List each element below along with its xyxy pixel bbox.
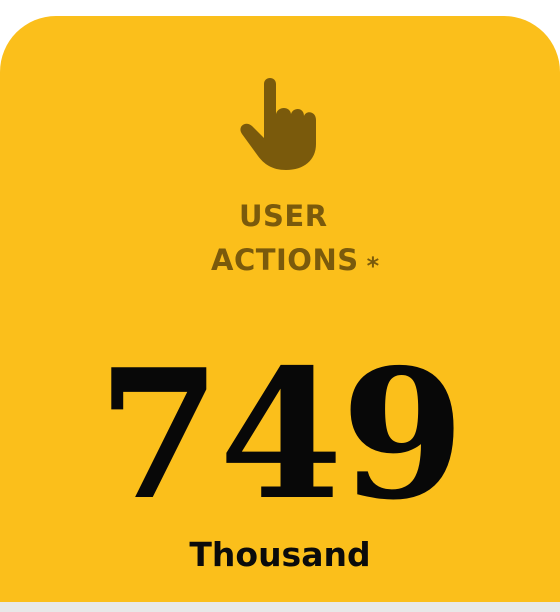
metric-label-line1: USER: [239, 199, 328, 233]
asterisk-marker: *: [366, 252, 380, 280]
metric-label-line2-row: ACTIONS *: [211, 243, 380, 280]
metric-card: USER ACTIONS * 749 Thousand: [0, 16, 560, 606]
metric-unit: Thousand: [189, 535, 371, 574]
pointing-hand-icon-shape: [240, 78, 316, 170]
bottom-divider: [0, 602, 560, 612]
metric-value: 749: [97, 330, 465, 539]
pointing-hand-icon: [234, 74, 320, 172]
metric-label-line2: ACTIONS: [211, 243, 359, 277]
